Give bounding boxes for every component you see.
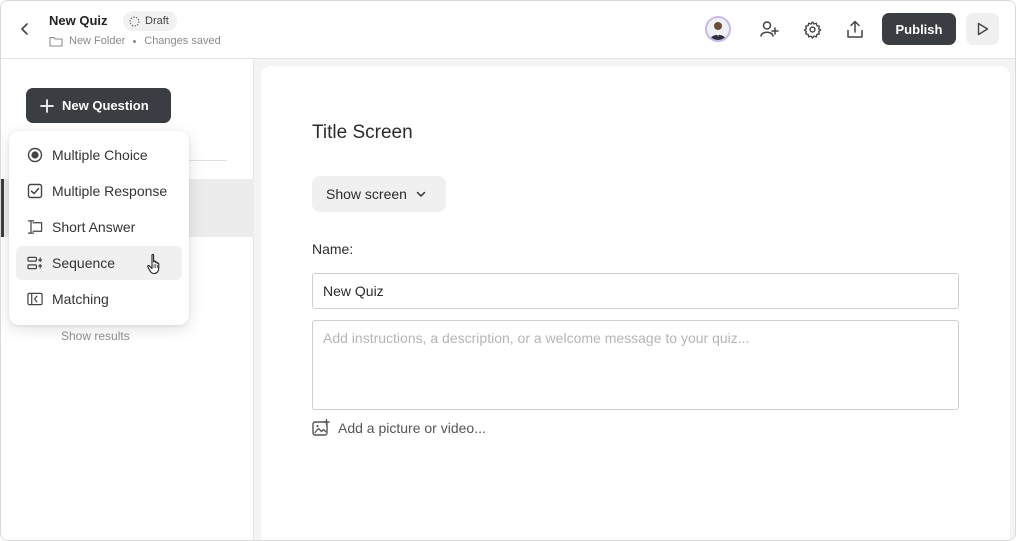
show-screen-select[interactable]: Show screen: [312, 176, 446, 212]
description-field[interactable]: [312, 320, 959, 410]
separator-dot: [133, 39, 137, 43]
status-badge-label: Draft: [145, 15, 169, 27]
matching-icon: [27, 291, 43, 307]
top-bar: New Quiz Draft New Folder Changes saved: [1, 1, 1015, 59]
menu-item-multiple-choice[interactable]: Multiple Choice: [16, 138, 182, 172]
new-question-label: New Question: [62, 98, 149, 113]
gear-icon: [803, 20, 821, 39]
menu-item-label: Multiple Response: [52, 183, 168, 199]
share-button[interactable]: [844, 18, 866, 40]
avatar[interactable]: [705, 16, 731, 42]
back-button[interactable]: [15, 19, 35, 39]
menu-item-label: Multiple Choice: [52, 147, 148, 163]
plus-icon: [40, 98, 54, 113]
name-field[interactable]: [312, 273, 959, 309]
draft-icon: [129, 16, 140, 26]
share-icon: [847, 20, 863, 38]
checkbox-icon: [27, 183, 43, 199]
menu-item-matching[interactable]: Matching: [16, 282, 182, 316]
page-title: Title Screen: [312, 122, 413, 143]
text-input-icon: [27, 219, 43, 235]
add-user-icon: [760, 21, 779, 37]
breadcrumb: New Folder Changes saved: [49, 35, 221, 47]
status-badge: Draft: [123, 11, 177, 31]
chevron-left-icon: [21, 23, 28, 35]
play-icon: [977, 22, 989, 36]
user-photo-icon: [707, 18, 729, 40]
menu-item-label: Matching: [52, 291, 109, 307]
menu-item-multiple-response[interactable]: Multiple Response: [16, 174, 182, 208]
add-media-button[interactable]: Add a picture or video...: [312, 419, 486, 436]
folder-icon: [49, 36, 63, 47]
publish-button[interactable]: Publish: [882, 13, 956, 45]
show-screen-label: Show screen: [326, 186, 407, 202]
name-label: Name:: [312, 241, 354, 257]
add-image-icon: [312, 419, 330, 436]
menu-item-short-answer[interactable]: Short Answer: [16, 210, 182, 244]
chevron-down-icon: [416, 191, 426, 197]
settings-button[interactable]: [801, 18, 823, 40]
new-question-button[interactable]: New Question: [26, 88, 171, 123]
app-window: New Quiz Draft New Folder Changes saved: [0, 0, 1016, 541]
show-results-link[interactable]: Show results: [61, 329, 130, 343]
radio-icon: [27, 147, 43, 163]
menu-item-label: Sequence: [52, 255, 116, 271]
add-media-label: Add a picture or video...: [338, 419, 486, 436]
sequence-icon: [27, 255, 43, 271]
preview-button[interactable]: [966, 13, 999, 45]
save-status: Changes saved: [144, 35, 221, 47]
invite-button[interactable]: [758, 18, 780, 40]
menu-item-label: Short Answer: [52, 219, 136, 235]
folder-link[interactable]: New Folder: [69, 35, 125, 47]
question-type-menu: Multiple Choice Multiple Response Short …: [9, 131, 189, 325]
hand-cursor-icon: [147, 253, 160, 275]
quiz-title[interactable]: New Quiz: [49, 13, 108, 28]
